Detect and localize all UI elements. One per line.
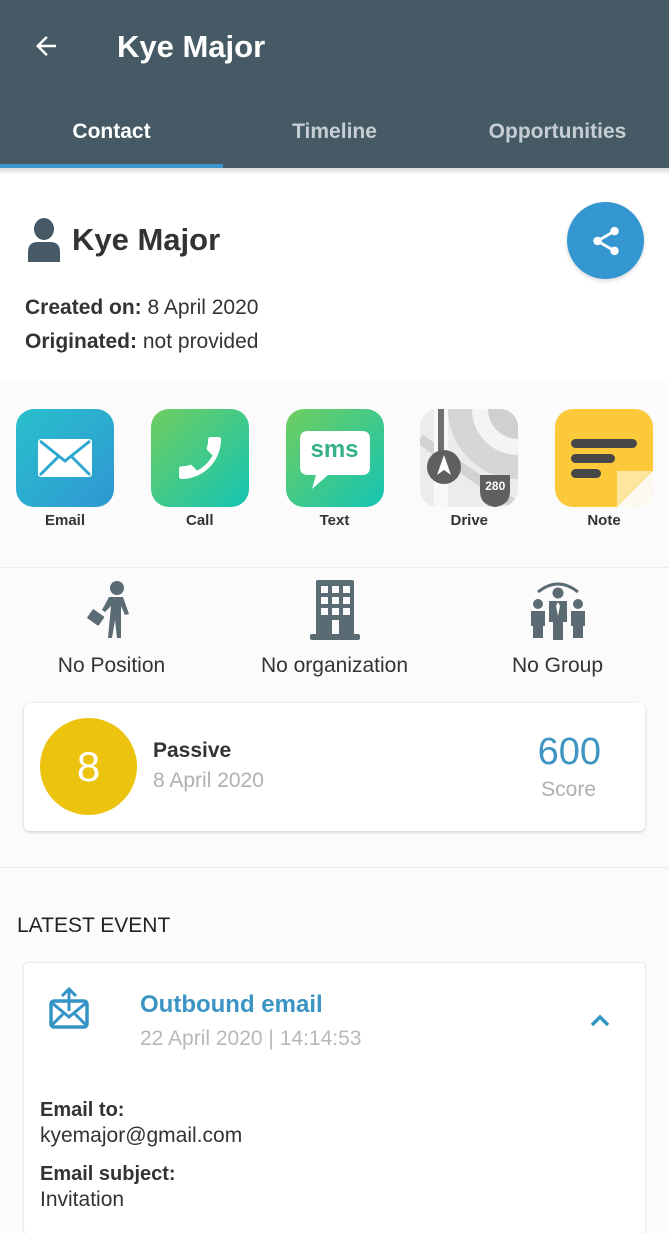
created-on: Created on: 8 April 2020 [25,296,258,320]
email-subject-label: Email subject: [40,1163,176,1185]
phone-icon [150,409,249,507]
attr-position[interactable]: No Position [0,570,223,690]
score-label: Score [541,778,596,801]
action-note-label: Note [587,512,621,529]
back-button[interactable] [28,28,64,64]
tab-opportunities[interactable]: Opportunities [446,96,669,168]
email-icon [16,409,114,507]
contact-name-row: Kye Major [26,218,220,262]
email-subject-value: Invitation [40,1188,125,1211]
attr-position-label: No Position [57,654,166,677]
share-button[interactable] [567,202,644,279]
score-value: 600 [537,731,601,773]
attr-organization-label: No organization [260,654,409,677]
originated-value: not provided [142,330,259,353]
divider [0,567,669,568]
attr-group-label: No Group [511,654,604,677]
event-title: Outbound email [140,991,323,1018]
share-icon [592,226,619,255]
email-to-value: kyemajor@gmail.com [40,1124,243,1147]
building-icon [309,580,360,640]
nps-date: 8 April 2020 [153,769,264,792]
sms-icon-text: sms [310,436,359,463]
created-on-value: 8 April 2020 [147,296,259,319]
group-icon [530,582,585,640]
quick-actions: Email Call sms Text 280 Drive Note [0,390,669,560]
action-text[interactable]: sms Text [285,390,384,560]
divider [0,867,669,868]
action-call-label: Call [185,512,214,529]
nps-badge: 8 [40,718,137,815]
outbound-email-icon [49,987,89,1029]
attr-organization[interactable]: No organization [223,570,446,690]
tab-timeline[interactable]: Timeline [223,96,446,168]
app-bar: Kye Major Contact Timeline Opportunities [0,0,669,168]
map-navigation-icon: 280 [420,409,519,507]
tab-contact[interactable]: Contact [0,96,223,168]
action-email[interactable]: Email [16,390,114,560]
action-note[interactable]: Note [555,390,653,560]
nps-status: Passive [153,739,232,762]
contact-attributes: No Position No organization No Group [0,570,669,690]
originated: Originated: not provided [25,330,258,354]
event-datetime: 22 April 2020 | 14:14:53 [140,1027,362,1050]
page-title: Kye Major [117,29,266,64]
section-title-latest-event: LATEST EVENT [17,914,171,937]
email-to-label: Email to: [40,1099,125,1121]
action-drive-label: Drive [450,512,489,529]
sticky-note-icon [555,409,653,507]
arrow-left-icon [36,36,56,56]
businessman-icon [86,581,129,638]
action-drive[interactable]: 280 Drive [420,390,519,560]
action-text-label: Text [319,512,350,529]
sms-icon: sms [285,409,384,507]
originated-label: Originated: [25,330,138,353]
created-on-label: Created on: [25,296,142,319]
person-icon [28,218,60,262]
contact-header: Kye Major Created on: 8 April 2020 Origi… [0,174,669,382]
action-email-label: Email [44,512,86,529]
action-call[interactable]: Call [150,390,249,560]
latest-event-card: Outbound email 22 April 2020 | 14:14:53 … [24,963,645,1233]
contact-name: Kye Major [72,222,221,257]
score-card[interactable]: 8 Passive 8 April 2020 600 Score [24,703,645,831]
highway-number: 280 [485,479,506,493]
tab-bar: Contact Timeline Opportunities [0,96,669,168]
attr-group[interactable]: No Group [446,570,669,690]
chevron-up-icon[interactable] [588,1011,612,1029]
